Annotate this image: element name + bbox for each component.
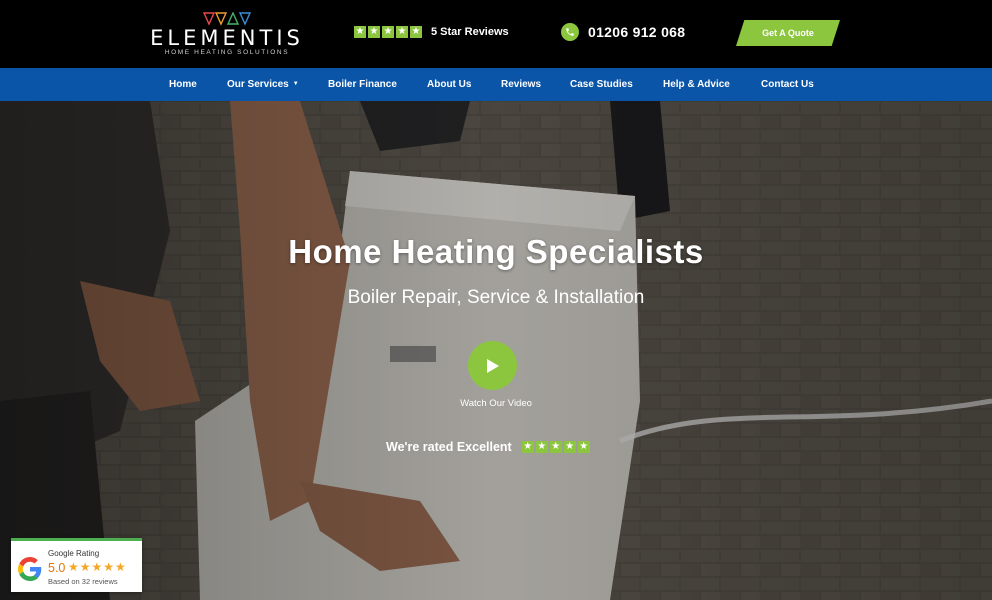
google-rating-count: Based on 32 reviews — [48, 577, 118, 586]
rated-stars: ★ ★ ★ ★ ★ — [521, 441, 590, 453]
google-rating-stars: ★★★★★ — [68, 560, 127, 574]
hero-subtitle: Boiler Repair, Service & Installation — [347, 287, 645, 308]
watch-video-label[interactable]: Watch Our Video — [0, 398, 992, 409]
header-stars: ★ ★ ★ ★ ★ — [354, 26, 422, 38]
nav-item-label: Boiler Finance — [328, 79, 397, 90]
star-icon: ★ — [396, 26, 408, 38]
star-icon: ★ — [382, 26, 394, 38]
nav-item-label: Contact Us — [761, 79, 814, 90]
nav-item-boiler-finance[interactable]: Boiler Finance — [328, 68, 397, 101]
nav-item-about-us[interactable]: About Us — [427, 68, 471, 101]
rated-label: We're rated Excellent — [386, 440, 512, 454]
play-icon — [486, 358, 499, 373]
header-reviews[interactable]: ★ ★ ★ ★ ★ 5 Star Reviews — [354, 26, 509, 38]
nav-item-label: About Us — [427, 79, 472, 90]
nav-item-help-advice[interactable]: Help & Advice — [663, 68, 730, 101]
star-icon: ★ — [563, 441, 576, 453]
star-icon: ★ — [549, 441, 562, 453]
google-rating-title: Google Rating — [48, 549, 100, 558]
star-icon: ★ — [577, 441, 590, 453]
get-a-quote-button[interactable]: Get A Quote — [736, 20, 840, 46]
hero-section: Home Heating Specialists Boiler Repair, … — [0, 101, 992, 600]
nav-item-label: Our Services — [227, 79, 289, 90]
brand-logo[interactable]: ELEMENTIS HOME HEATING SOLUTIONS — [144, 12, 310, 58]
star-icon: ★ — [535, 441, 548, 453]
nav-item-contact-us[interactable]: Contact Us — [761, 68, 814, 101]
header-reviews-label: 5 Star Reviews — [431, 26, 509, 38]
star-icon: ★ — [368, 26, 380, 38]
nav-item-label: Case Studies — [570, 79, 633, 90]
star-icon: ★ — [521, 441, 534, 453]
google-g-icon — [18, 557, 42, 581]
logo-triangles-icon — [202, 12, 252, 26]
nav-item-home[interactable]: Home — [169, 68, 197, 101]
nav-item-case-studies[interactable]: Case Studies — [570, 68, 633, 101]
header-phone[interactable]: 01206 912 068 — [561, 23, 685, 41]
star-icon: ★ — [410, 26, 422, 38]
caret-down-icon: ▼ — [292, 81, 299, 87]
nav-item-reviews[interactable]: Reviews — [501, 68, 541, 101]
hero-title: Home Heating Specialists — [288, 233, 704, 270]
phone-number: 01206 912 068 — [588, 24, 686, 40]
google-rating-score: 5.0 — [48, 561, 66, 575]
brand-name: ELEMENTIS — [150, 26, 304, 50]
nav-item-label: Home — [169, 79, 197, 90]
phone-icon — [561, 23, 579, 41]
nav-item-our-services[interactable]: Our Services ▼ — [227, 68, 299, 101]
rated-excellent: We're rated Excellent ★ ★ ★ ★ ★ — [386, 440, 590, 454]
nav-item-label: Reviews — [501, 79, 542, 90]
star-icon: ★ — [354, 26, 366, 38]
brand-tagline: HOME HEATING SOLUTIONS — [164, 49, 290, 56]
play-video-button[interactable] — [468, 341, 517, 390]
top-header: ELEMENTIS HOME HEATING SOLUTIONS ★ ★ ★ ★… — [0, 0, 992, 68]
nav-item-label: Help & Advice — [663, 79, 730, 90]
main-nav: Home Our Services ▼ Boiler Finance About … — [0, 68, 992, 101]
google-rating-badge[interactable]: Google Rating 5.0 ★★★★★ Based on 32 revi… — [11, 538, 142, 592]
